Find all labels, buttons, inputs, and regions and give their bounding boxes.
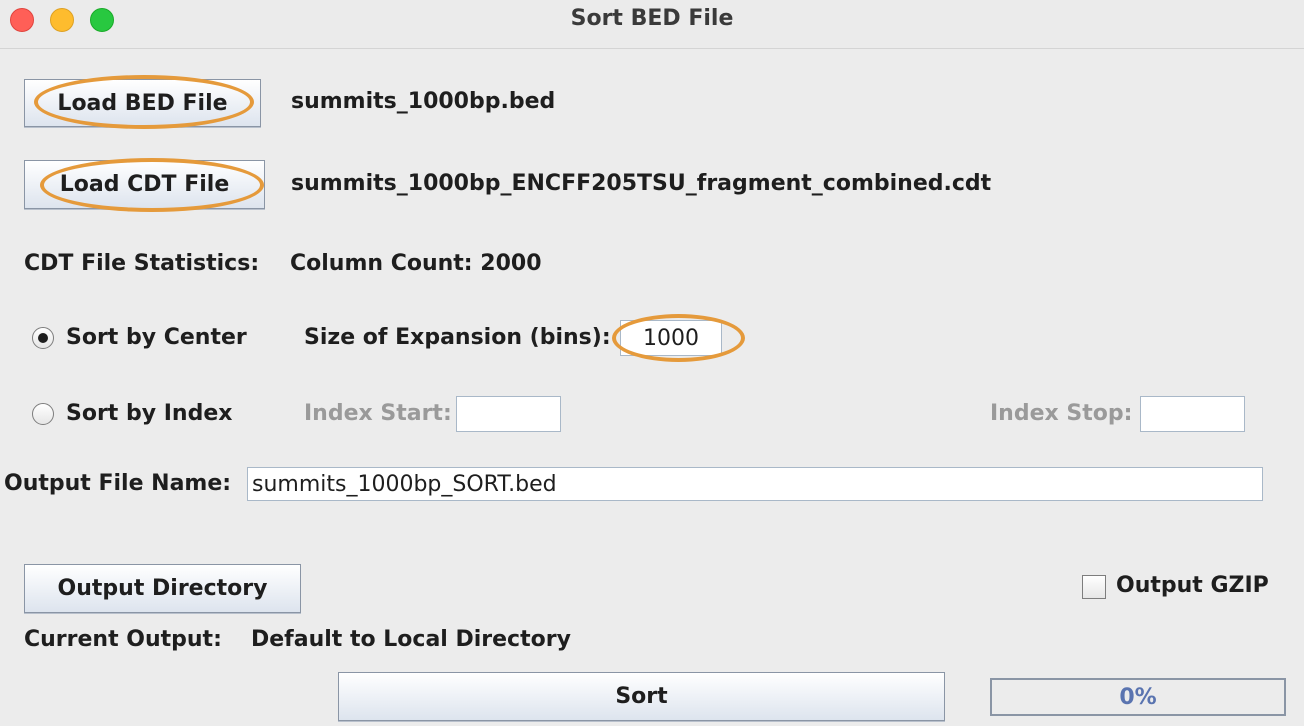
- output-filename-label: Output File Name:: [4, 471, 232, 496]
- index-start-input[interactable]: [456, 396, 561, 432]
- cdt-column-count: Column Count: 2000: [290, 251, 542, 276]
- current-output-label: Current Output:: [24, 627, 222, 652]
- sort-by-index-label[interactable]: Sort by Index: [66, 401, 232, 426]
- bed-filename: summits_1000bp.bed: [291, 89, 556, 114]
- expansion-size-label: Size of Expansion (bins):: [304, 325, 611, 350]
- sort-button[interactable]: Sort: [338, 672, 945, 721]
- output-filename-input[interactable]: summits_1000bp_SORT.bed: [247, 467, 1263, 501]
- cdt-filename: summits_1000bp_ENCFF205TSU_fragment_comb…: [291, 171, 992, 196]
- load-bed-button[interactable]: Load BED File: [24, 79, 261, 127]
- sort-by-center-label[interactable]: Sort by Center: [66, 325, 247, 350]
- index-stop-input[interactable]: [1140, 396, 1245, 432]
- output-gzip-checkbox[interactable]: [1082, 575, 1106, 599]
- index-stop-label: Index Stop:: [990, 401, 1133, 426]
- index-start-label: Index Start:: [304, 401, 452, 426]
- sort-by-index-radio[interactable]: [32, 403, 54, 425]
- sort-by-center-radio[interactable]: [32, 327, 54, 349]
- output-directory-button[interactable]: Output Directory: [24, 564, 301, 613]
- expansion-size-input[interactable]: 1000: [620, 320, 722, 356]
- progress-bar: 0%: [990, 678, 1286, 716]
- output-gzip-label[interactable]: Output GZIP: [1116, 573, 1269, 598]
- progress-percent-text: 0%: [1119, 684, 1157, 710]
- radio-selected-dot: [38, 333, 48, 343]
- window-title: Sort BED File: [570, 6, 734, 31]
- cdt-stats-label: CDT File Statistics:: [24, 251, 260, 276]
- current-output-value: Default to Local Directory: [251, 627, 571, 652]
- load-cdt-button[interactable]: Load CDT File: [24, 160, 265, 209]
